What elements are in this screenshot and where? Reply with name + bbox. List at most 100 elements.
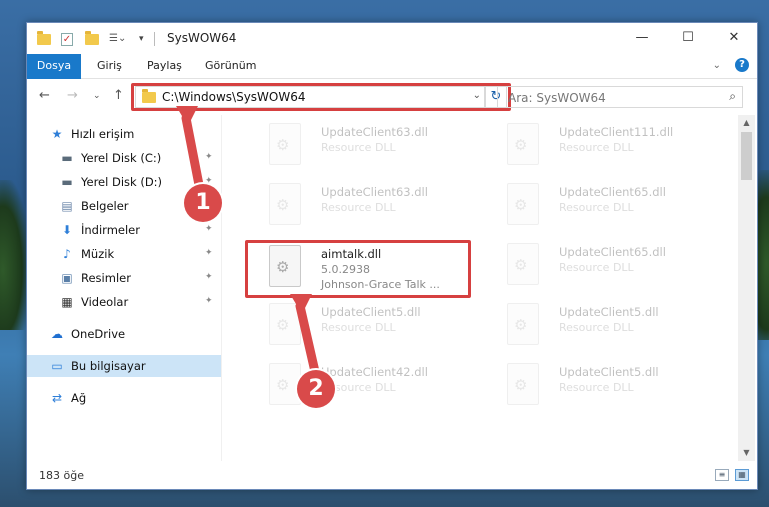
file-name: UpdateClient65.dll bbox=[559, 245, 666, 259]
scroll-thumb[interactable] bbox=[741, 132, 752, 180]
status-bar: 183 öğe ≡ ▦ bbox=[27, 463, 757, 489]
file-item[interactable]: UpdateClient63.dll Resource DLL bbox=[247, 179, 467, 229]
video-icon: ▦ bbox=[61, 295, 73, 309]
dll-file-icon bbox=[269, 123, 301, 165]
file-name: UpdateClient5.dll bbox=[559, 305, 659, 319]
qa-customize-icon[interactable]: ☰⌄ bbox=[109, 31, 126, 47]
sidebar-item-this-pc[interactable]: ▭ Bu bilgisayar bbox=[27, 355, 221, 377]
forward-arrow-icon[interactable]: → bbox=[67, 88, 78, 103]
sidebar-item-label: Hızlı erişim bbox=[71, 127, 135, 141]
sidebar-item-pictures[interactable]: ▣ Resimler bbox=[59, 267, 219, 289]
vertical-scrollbar[interactable]: ▲ ▼ bbox=[738, 115, 755, 461]
sidebar-item-label: İndirmeler bbox=[81, 223, 140, 237]
file-description: Resource DLL bbox=[321, 321, 396, 334]
scroll-down-arrow-icon[interactable]: ▼ bbox=[738, 445, 755, 461]
tab-view[interactable]: Görünüm bbox=[205, 54, 256, 78]
qa-properties-check-icon[interactable]: ✓ bbox=[61, 31, 73, 47]
pin-icon[interactable]: ✦ bbox=[205, 296, 213, 306]
file-name: UpdateClient111.dll bbox=[559, 125, 674, 139]
file-list: UpdateClient63.dll Resource DLL UpdateCl… bbox=[223, 115, 737, 461]
file-description: Resource DLL bbox=[559, 141, 634, 154]
qa-new-folder-icon[interactable] bbox=[85, 30, 99, 47]
explorer-window: ✓ ☰⌄ ▾ SysWOW64 — ☐ ✕ Dosya Giriş Paylaş… bbox=[26, 22, 758, 490]
file-name: UpdateClient63.dll bbox=[321, 185, 428, 199]
sidebar-item-onedrive[interactable]: ☁ OneDrive bbox=[49, 323, 219, 345]
callout-step-2: 2 bbox=[297, 370, 335, 408]
minimize-button[interactable]: — bbox=[619, 23, 665, 53]
pin-icon[interactable]: ✦ bbox=[205, 152, 213, 162]
file-item[interactable]: UpdateClient5.dll Resource DLL bbox=[485, 359, 705, 409]
sidebar-item-music[interactable]: ♪ Müzik bbox=[59, 243, 219, 265]
file-item[interactable]: UpdateClient5.dll Resource DLL bbox=[247, 299, 467, 349]
search-icon: ⌕ bbox=[729, 89, 736, 103]
title-separator bbox=[154, 32, 155, 46]
dll-file-icon bbox=[507, 243, 539, 285]
view-switcher: ≡ ▦ bbox=[715, 469, 749, 481]
pin-icon[interactable]: ✦ bbox=[205, 224, 213, 234]
file-description: Resource DLL bbox=[559, 381, 634, 394]
close-button[interactable]: ✕ bbox=[711, 23, 757, 53]
sidebar-item-label: Ağ bbox=[71, 391, 87, 405]
file-item[interactable]: UpdateClient65.dll Resource DLL bbox=[485, 239, 705, 289]
file-description: Resource DLL bbox=[559, 261, 634, 274]
tab-home[interactable]: Giriş bbox=[97, 54, 122, 78]
sidebar-item-label: Resimler bbox=[81, 271, 131, 285]
music-icon: ♪ bbox=[63, 247, 71, 261]
callout-step-1: 1 bbox=[184, 184, 222, 222]
file-highlight-box bbox=[245, 240, 471, 298]
navigation-pane: ★ Hızlı erişim ▬ Yerel Disk (C:) ▬ Yerel… bbox=[27, 115, 222, 461]
pin-icon[interactable]: ✦ bbox=[205, 248, 213, 258]
item-count: 183 öğe bbox=[39, 469, 84, 482]
file-name: UpdateClient5.dll bbox=[559, 365, 659, 379]
qa-dropdown-icon[interactable]: ▾ bbox=[139, 31, 144, 47]
pin-icon[interactable]: ✦ bbox=[205, 272, 213, 282]
qa-folder-icon[interactable] bbox=[37, 30, 51, 47]
sidebar-item-disk-c[interactable]: ▬ Yerel Disk (C:) bbox=[59, 147, 219, 169]
drive-icon: ▬ bbox=[61, 151, 73, 165]
tiles-view-icon[interactable]: ▦ bbox=[735, 469, 749, 481]
file-item[interactable]: UpdateClient111.dll Resource DLL bbox=[485, 119, 705, 169]
ribbon-right-controls: ⌄ ? bbox=[713, 58, 749, 72]
file-name: UpdateClient5.dll bbox=[321, 305, 421, 319]
file-description: Resource DLL bbox=[559, 321, 634, 334]
sidebar-item-label: OneDrive bbox=[71, 327, 126, 341]
file-item[interactable]: UpdateClient65.dll Resource DLL bbox=[485, 179, 705, 229]
maximize-button[interactable]: ☐ bbox=[665, 23, 711, 53]
sidebar-item-quick-access[interactable]: ★ Hızlı erişim bbox=[49, 123, 219, 145]
sidebar-item-label: Yerel Disk (D:) bbox=[81, 175, 163, 189]
file-name: UpdateClient42.dll bbox=[321, 365, 428, 379]
navigation-bar: ← → ⌄ ↑ C:\Windows\SysWOW64 ⌄ ↻ Ara: Sys… bbox=[27, 79, 757, 113]
details-view-icon[interactable]: ≡ bbox=[715, 469, 729, 481]
sidebar-item-downloads[interactable]: ⬇ İndirmeler bbox=[59, 219, 219, 241]
file-item[interactable]: UpdateClient42.dll Resource DLL bbox=[247, 359, 467, 409]
star-icon: ★ bbox=[51, 127, 63, 141]
sidebar-item-videos[interactable]: ▦ Videolar bbox=[59, 291, 219, 313]
tab-share[interactable]: Paylaş bbox=[147, 54, 182, 78]
sidebar-item-network[interactable]: ⇄ Ağ bbox=[49, 387, 219, 409]
back-arrow-icon[interactable]: ← bbox=[39, 88, 50, 103]
dll-file-icon bbox=[507, 303, 539, 345]
address-highlight-box bbox=[131, 83, 511, 111]
file-name: UpdateClient63.dll bbox=[321, 125, 428, 139]
up-arrow-icon[interactable]: ↑ bbox=[113, 88, 124, 103]
file-item[interactable]: UpdateClient5.dll Resource DLL bbox=[485, 299, 705, 349]
file-name: UpdateClient65.dll bbox=[559, 185, 666, 199]
pictures-icon: ▣ bbox=[61, 271, 73, 285]
scroll-up-arrow-icon[interactable]: ▲ bbox=[738, 115, 755, 131]
help-icon[interactable]: ? bbox=[735, 58, 749, 72]
network-icon: ⇄ bbox=[51, 391, 63, 405]
title-bar: ✓ ☰⌄ ▾ SysWOW64 — ☐ ✕ bbox=[27, 23, 757, 53]
file-description: Resource DLL bbox=[321, 141, 396, 154]
dll-file-icon bbox=[269, 183, 301, 225]
document-icon: ▤ bbox=[61, 199, 73, 213]
search-input[interactable]: Ara: SysWOW64 ⌕ bbox=[497, 86, 743, 108]
file-item[interactable]: UpdateClient63.dll Resource DLL bbox=[247, 119, 467, 169]
drive-icon: ▬ bbox=[61, 175, 73, 189]
download-icon: ⬇ bbox=[61, 223, 73, 237]
dll-file-icon bbox=[269, 363, 301, 405]
window-title: SysWOW64 bbox=[167, 31, 237, 45]
sidebar-item-label: Yerel Disk (C:) bbox=[81, 151, 162, 165]
ribbon-collapse-icon[interactable]: ⌄ bbox=[713, 60, 721, 71]
sidebar-item-label: Belgeler bbox=[81, 199, 129, 213]
recent-locations-icon[interactable]: ⌄ bbox=[93, 91, 101, 101]
